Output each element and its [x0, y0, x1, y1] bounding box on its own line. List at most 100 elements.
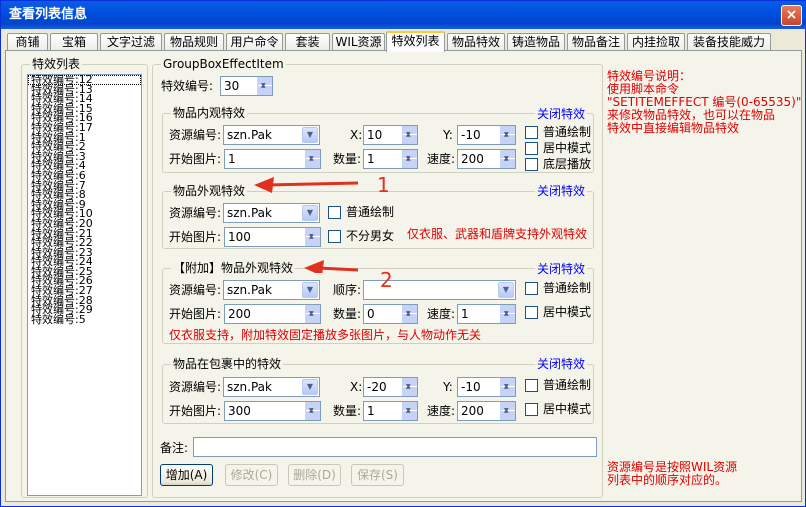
save-button[interactable]: 保存(S) [351, 464, 404, 486]
inner-bottom-label: 底层播放 [543, 157, 592, 171]
inner-x-spinner[interactable] [402, 126, 417, 144]
extra-count-spinner[interactable] [402, 305, 417, 323]
help-bottom: 资源编号是按照WIL资源 列表中的顺序对应的。 [607, 461, 737, 487]
bag-speed-spinner[interactable] [500, 402, 515, 420]
tab-text-filter[interactable]: 文字过滤 [100, 33, 162, 51]
bag-res-select[interactable]: szn.Pak ▼ [223, 377, 320, 397]
tab-item-notes[interactable]: 物品备注 [567, 33, 625, 51]
tab-equip-skill-power[interactable]: 装备技能威力 [687, 33, 771, 51]
list-item[interactable]: 特效编号:5 [28, 314, 141, 325]
bag-close-effect-link[interactable]: 关闭特效 [535, 357, 588, 371]
inner-y-input[interactable]: -10 [457, 125, 516, 145]
inner-effect-title: 物品内观特效 [171, 106, 248, 120]
title-bar[interactable]: 查看列表信息 × [1, 1, 806, 29]
bag-y-input[interactable]: -10 [457, 377, 516, 397]
extra-start-label: 开始图片: [169, 307, 222, 321]
inner-speed-spinner[interactable] [500, 150, 515, 168]
tab-suits[interactable]: 套装 [285, 33, 330, 51]
inner-normal-checkbox[interactable] [525, 126, 538, 139]
extra-start-value: 200 [228, 307, 251, 321]
close-button[interactable]: × [781, 5, 802, 26]
arrow-1-line [265, 181, 359, 187]
bag-y-label: Y: [443, 380, 453, 394]
tab-user-commands[interactable]: 用户命令 [226, 33, 283, 51]
tab-item-effects[interactable]: 物品特效 [447, 33, 505, 51]
tab-item-rules[interactable]: 物品规则 [164, 33, 224, 51]
bag-start-input[interactable]: 300 [224, 401, 321, 421]
bag-count-value: 1 [367, 404, 375, 418]
remark-label: 备注: [160, 441, 189, 455]
effect-id-spinner[interactable] [257, 77, 272, 95]
outer-close-effect-link[interactable]: 关闭特效 [535, 184, 588, 198]
extra-center-checkbox[interactable] [525, 306, 538, 319]
chevron-down-icon[interactable]: ▼ [302, 127, 318, 143]
bag-start-spinner[interactable] [305, 402, 320, 420]
inner-start-input[interactable]: 1 [224, 149, 321, 169]
chevron-down-icon[interactable]: ▼ [498, 282, 514, 298]
extra-close-effect-link[interactable]: 关闭特效 [535, 262, 588, 276]
extra-res-select[interactable]: szn.Pak ▼ [223, 280, 320, 300]
bag-normal-checkbox[interactable] [525, 379, 538, 392]
extra-speed-input[interactable]: 1 [457, 304, 516, 324]
tab-treasure-box[interactable]: 宝箱 [50, 33, 98, 51]
bag-speed-input[interactable]: 200 [457, 401, 516, 421]
chevron-down-icon[interactable]: ▼ [302, 379, 318, 395]
extra-speed-spinner[interactable] [500, 305, 515, 323]
tab-wil-resources[interactable]: WIL资源 [332, 33, 385, 51]
extra-normal-label: 普通绘制 [543, 281, 592, 295]
window: 查看列表信息 × 商铺 宝箱 文字过滤 物品规则 用户命令 套装 WIL资源 特… [0, 0, 806, 507]
inner-count-value: 1 [367, 152, 375, 166]
extra-start-input[interactable]: 200 [224, 304, 321, 324]
tab-forge-items[interactable]: 铸造物品 [507, 33, 565, 51]
effect-listbox[interactable]: 特效编号:12 特效编号:13 特效编号:14 特效编号:15 特效编号:16 特效编号:… [27, 74, 142, 496]
inner-bottom-checkbox[interactable] [525, 158, 538, 171]
extra-start-spinner[interactable] [305, 305, 320, 323]
inner-start-label: 开始图片: [169, 152, 222, 166]
effect-id-input[interactable]: 30 [220, 76, 273, 96]
inner-res-select[interactable]: szn.Pak ▼ [223, 125, 320, 145]
inner-y-spinner[interactable] [500, 126, 515, 144]
extra-count-input[interactable]: 0 [363, 304, 418, 324]
extra-order-label: 顺序: [333, 283, 362, 297]
inner-speed-input[interactable]: 200 [457, 149, 516, 169]
bag-x-input[interactable]: -20 [363, 377, 418, 397]
chevron-down-icon[interactable]: ▼ [302, 282, 318, 298]
inner-res-value: szn.Pak [227, 128, 272, 142]
add-button[interactable]: 增加(A) [160, 464, 213, 486]
inner-y-label: Y: [443, 128, 453, 142]
tab-effect-list[interactable]: 特效列表 [386, 31, 445, 52]
outer-note: 仅衣服、武器和盾牌支持外观特效 [407, 227, 588, 241]
bag-count-spinner[interactable] [402, 402, 417, 420]
delete-button[interactable]: 删除(D) [288, 464, 341, 486]
bag-x-spinner[interactable] [402, 378, 417, 396]
extra-normal-checkbox[interactable] [525, 282, 538, 295]
inner-speed-label: 速度: [427, 152, 456, 166]
window-title: 查看列表信息 [9, 7, 88, 22]
inner-x-input[interactable]: 10 [363, 125, 418, 145]
bag-start-label: 开始图片: [169, 404, 222, 418]
annotation-1: 1 [377, 173, 390, 197]
bag-y-spinner[interactable] [500, 378, 515, 396]
inner-res-label: 资源编号: [169, 128, 222, 142]
extra-speed-value: 1 [461, 307, 469, 321]
bag-effect-title: 物品在包裹中的特效 [171, 357, 284, 371]
inner-count-input[interactable]: 1 [363, 149, 418, 169]
inner-start-spinner[interactable] [305, 150, 320, 168]
help-top: 特效编号说明： 使用脚本命令 "SETITEMEFFECT 编号(0-65535… [607, 70, 801, 135]
outer-effect-title: 物品外观特效 [171, 184, 248, 198]
remark-input[interactable] [193, 437, 597, 457]
inner-count-label: 数量: [333, 152, 362, 166]
annotation-arrows [254, 177, 359, 273]
inner-center-checkbox[interactable] [525, 142, 538, 155]
bag-count-input[interactable]: 1 [363, 401, 418, 421]
tab-auto-pickup[interactable]: 内挂捡取 [627, 33, 685, 51]
effect-id-value: 30 [224, 79, 240, 93]
modify-button[interactable]: 修改(C) [225, 464, 278, 486]
inner-close-effect-link[interactable]: 关闭特效 [535, 107, 588, 121]
bag-res-value: szn.Pak [227, 380, 272, 394]
bag-center-checkbox[interactable] [525, 403, 538, 416]
inner-count-spinner[interactable] [402, 150, 417, 168]
extra-res-value: szn.Pak [227, 283, 272, 297]
tab-shop[interactable]: 商铺 [7, 33, 48, 51]
help-line: 特效中直接编辑物品特效 [607, 121, 740, 135]
